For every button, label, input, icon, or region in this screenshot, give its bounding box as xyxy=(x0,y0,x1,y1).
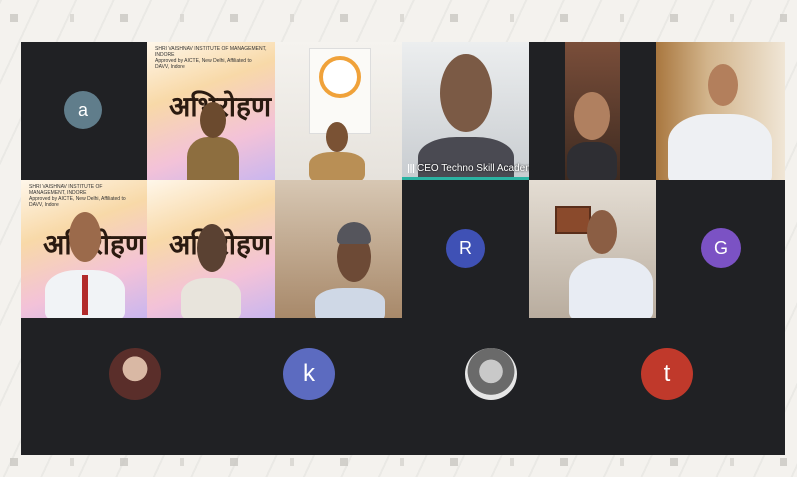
participant-tile-white-kurta[interactable] xyxy=(656,42,785,180)
person-video xyxy=(315,288,385,318)
banner-title: SHRI VAISHNAV INSTITUTE OF MANAGEMENT, I… xyxy=(29,184,103,196)
person-video xyxy=(668,114,772,180)
person-head xyxy=(200,102,226,138)
banner-subtitle: Approved by AICTE, New Delhi, Affiliated… xyxy=(155,58,252,70)
participant-name-label: CEO Techno Skill Academy xyxy=(408,163,529,174)
banner-header: SHRI VAISHNAV INSTITUTE OF MANAGEMENT, I… xyxy=(29,184,139,208)
speaking-indicator-icon xyxy=(408,164,414,173)
participant-tile-a[interactable]: a xyxy=(21,42,147,180)
profile-photo-avatar[interactable] xyxy=(465,348,517,400)
person-video xyxy=(181,278,241,318)
participant-name: CEO Techno Skill Academy xyxy=(417,163,529,174)
participant-tile-banner-speaker[interactable]: SHRI VAISHNAV INSTITUTE OF MANAGEMENT, I… xyxy=(147,42,275,180)
participant-tile-g[interactable]: G xyxy=(656,180,785,318)
person-video xyxy=(187,137,239,180)
person-video xyxy=(569,258,653,318)
banner-header: SHRI VAISHNAV INSTITUTE OF MANAGEMENT, I… xyxy=(155,46,267,70)
banner-title: SHRI VAISHNAV INSTITUTE OF MANAGEMENT, I… xyxy=(155,46,267,58)
participant-tile-shirt[interactable] xyxy=(529,180,656,318)
person-head xyxy=(197,224,227,272)
participant-tile-beanie[interactable] xyxy=(275,180,402,318)
person-head xyxy=(708,64,738,106)
person-head xyxy=(440,54,492,132)
avatar-t[interactable]: t xyxy=(641,348,693,400)
institute-logo-icon xyxy=(319,56,361,98)
person-video xyxy=(309,152,365,180)
avatar-k[interactable]: k xyxy=(283,348,335,400)
participant-tile-logo-room[interactable] xyxy=(275,42,402,180)
decorative-border-bottom xyxy=(10,458,787,466)
person-head xyxy=(69,212,101,262)
participant-tile-active-speaker[interactable]: CEO Techno Skill Academy xyxy=(402,42,529,180)
participant-tile-elderly[interactable] xyxy=(529,42,656,180)
video-meeting-grid: a SHRI VAISHNAV INSTITUTE OF MANAGEMENT,… xyxy=(21,42,785,455)
tie xyxy=(82,275,88,315)
avatar: R xyxy=(446,229,485,268)
person-head xyxy=(326,122,348,152)
avatar: a xyxy=(64,91,102,129)
avatar: G xyxy=(701,228,741,268)
person-video xyxy=(567,142,617,180)
person-head xyxy=(587,210,617,254)
decorative-border-top xyxy=(10,14,787,22)
person-head xyxy=(574,92,610,140)
participant-tile-banner-tie[interactable]: SHRI VAISHNAV INSTITUTE OF MANAGEMENT, I… xyxy=(21,180,147,318)
participant-tile-r[interactable]: R xyxy=(402,180,529,318)
banner-subtitle: Approved by AICTE, New Delhi, Affiliated… xyxy=(29,196,126,208)
profile-photo-avatar[interactable] xyxy=(109,348,161,400)
wall-picture xyxy=(555,206,591,234)
participant-tile-banner-2[interactable]: अभिरोहण xyxy=(147,180,275,318)
bottom-participant-strip: k t xyxy=(21,318,785,455)
